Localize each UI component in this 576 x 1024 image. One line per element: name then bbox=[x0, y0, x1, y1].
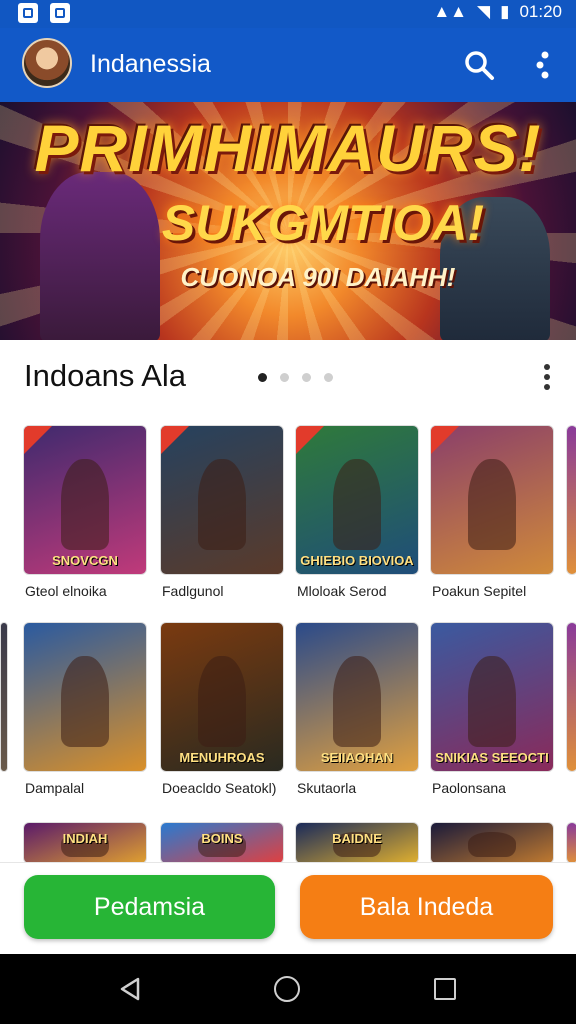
game-character-image bbox=[332, 458, 382, 551]
game-title[interactable]: Gteol elnoika bbox=[25, 583, 155, 600]
secondary-button[interactable]: Bala Indeda bbox=[300, 875, 553, 939]
section-more-icon[interactable] bbox=[538, 362, 556, 392]
game-card-partial[interactable] bbox=[566, 622, 576, 772]
banner-title: PRIMHIMAURS! bbox=[34, 111, 542, 185]
game-card-partial[interactable] bbox=[0, 622, 8, 772]
game-card[interactable] bbox=[430, 425, 554, 575]
game-card[interactable] bbox=[23, 622, 147, 772]
game-card[interactable]: INDIAH bbox=[23, 822, 147, 864]
game-character-image bbox=[467, 655, 517, 748]
notification-icon bbox=[18, 3, 38, 23]
status-time: 01:20 bbox=[519, 2, 562, 21]
game-character-image bbox=[197, 458, 247, 551]
game-cover-title: GHIEBIO BIOVIOA bbox=[300, 553, 414, 568]
game-card[interactable]: MENUHROAS bbox=[160, 622, 284, 772]
home-icon[interactable] bbox=[274, 976, 300, 1002]
primary-button[interactable]: Pedamsia bbox=[24, 875, 275, 939]
game-card[interactable] bbox=[430, 822, 554, 864]
pager-dot[interactable] bbox=[258, 373, 267, 382]
game-title[interactable]: Dampalal bbox=[25, 780, 155, 797]
signal-icon: ▲▲ bbox=[433, 2, 468, 21]
section-title: Indoans Ala bbox=[24, 358, 187, 393]
game-cover-title: SEIIAOHAN bbox=[320, 750, 394, 765]
search-icon[interactable] bbox=[462, 48, 496, 82]
game-character-image bbox=[60, 458, 110, 551]
game-cover-title: BAIDNE bbox=[332, 831, 382, 846]
hot-badge bbox=[296, 426, 324, 454]
game-cover-title: BOINS bbox=[201, 831, 243, 846]
hot-badge bbox=[431, 426, 459, 454]
game-card[interactable]: BAIDNE bbox=[295, 822, 419, 864]
game-character-image bbox=[332, 655, 382, 748]
game-card[interactable]: SNIKIAS SEEOCTI bbox=[430, 622, 554, 772]
game-card[interactable] bbox=[160, 425, 284, 575]
back-icon[interactable] bbox=[118, 976, 142, 1002]
game-title[interactable]: Poakun Sepitel bbox=[432, 583, 562, 600]
game-cover-title: SNOVCGN bbox=[52, 553, 118, 568]
promo-banner[interactable]: PRIMHIMAURS! SUKGMTIOA! CUONOA 90I DAIAH… bbox=[0, 102, 576, 340]
recents-icon[interactable] bbox=[434, 978, 456, 1000]
banner-tagline: CUONOA 90I DAIAHH! bbox=[180, 262, 456, 292]
bottom-action-bar: Pedamsia Bala Indeda bbox=[0, 862, 576, 955]
game-cover-title: SNIKIAS SEEOCTI bbox=[435, 750, 549, 765]
notification-icon bbox=[50, 3, 70, 23]
game-card-partial[interactable] bbox=[566, 425, 576, 575]
game-character-image bbox=[467, 458, 517, 551]
wifi-icon: ◥ bbox=[477, 2, 491, 21]
game-character-image bbox=[467, 831, 517, 857]
app-bar: Indanessia bbox=[0, 28, 576, 102]
system-nav-bar bbox=[0, 954, 576, 1024]
game-title[interactable]: Paolonsana bbox=[432, 780, 562, 797]
pager-dot[interactable] bbox=[324, 373, 333, 382]
game-character-image bbox=[197, 655, 247, 748]
app-title: Indanessia bbox=[90, 50, 211, 78]
banner-subtitle: SUKGMTIOA! bbox=[161, 195, 485, 251]
carousel-pager[interactable] bbox=[258, 373, 333, 382]
game-title[interactable]: Mloloak Serod bbox=[297, 583, 427, 600]
game-title[interactable]: Skutaorla bbox=[297, 780, 427, 797]
avatar[interactable] bbox=[22, 38, 72, 88]
game-card[interactable]: GHIEBIO BIOVIOA bbox=[295, 425, 419, 575]
hot-badge bbox=[161, 426, 189, 454]
game-title[interactable]: Fadlgunol bbox=[162, 583, 292, 600]
pager-dot[interactable] bbox=[302, 373, 311, 382]
pager-dot[interactable] bbox=[280, 373, 289, 382]
game-card[interactable]: BOINS bbox=[160, 822, 284, 864]
game-card[interactable]: SNOVCGN bbox=[23, 425, 147, 575]
game-card-partial[interactable] bbox=[566, 822, 576, 864]
game-cover-title: INDIAH bbox=[62, 831, 108, 846]
game-cover-title: MENUHROAS bbox=[179, 750, 265, 765]
game-card[interactable]: SEIIAOHAN bbox=[295, 622, 419, 772]
status-bar: ▲▲ ◥ ▮ 01:20 bbox=[0, 0, 576, 28]
game-title[interactable]: Doeacldo Seatokl) bbox=[162, 780, 292, 797]
more-vert-icon[interactable] bbox=[530, 48, 560, 82]
hot-badge bbox=[24, 426, 52, 454]
battery-icon: ▮ bbox=[500, 2, 510, 21]
game-character-image bbox=[60, 655, 110, 748]
